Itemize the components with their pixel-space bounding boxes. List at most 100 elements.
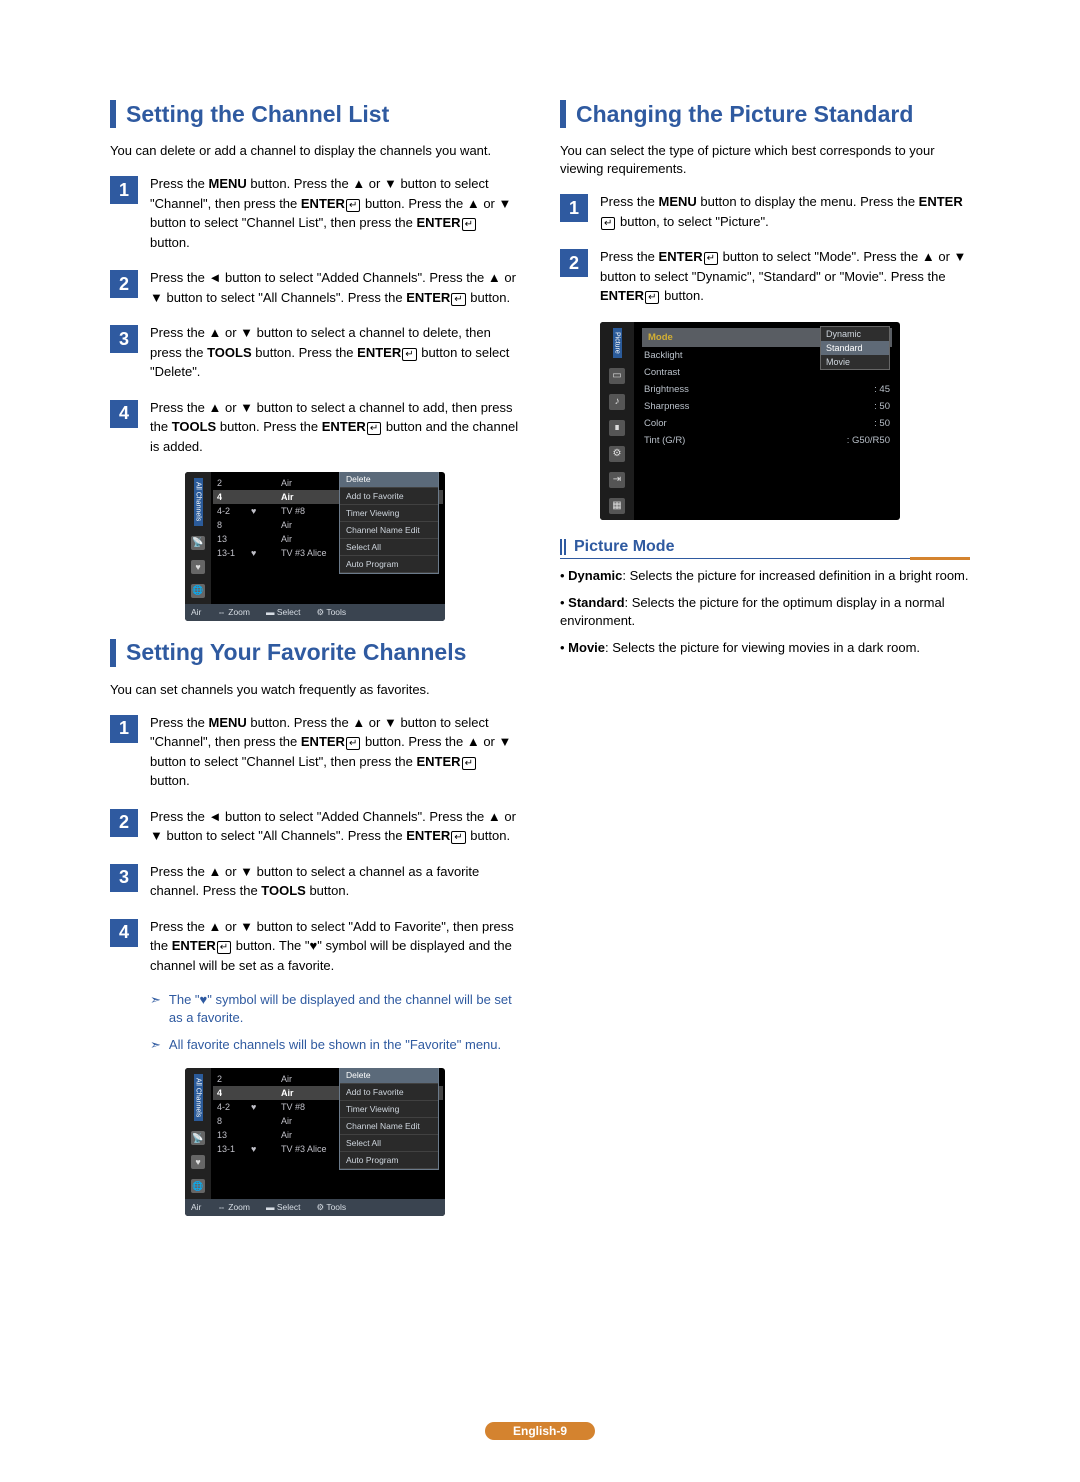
osd-tools-popup: DeleteAdd to FavoriteTimer ViewingChanne… xyxy=(339,472,439,574)
note-arrow-icon: ➣ xyxy=(150,991,161,1027)
enter-icon: ↵ xyxy=(451,293,465,306)
subtitle-bar-icon xyxy=(560,539,568,555)
section-title-picture: Changing the Picture Standard xyxy=(560,100,970,128)
enter-icon: ↵ xyxy=(462,757,476,770)
step-number-icon: 4 xyxy=(110,919,138,947)
step-text: Press the ▲ or ▼ button to select a chan… xyxy=(150,398,520,457)
bullet-item: • Standard: Selects the picture for the … xyxy=(560,594,970,632)
heart-icon: ♥ xyxy=(191,560,205,574)
section-intro: You can set channels you watch frequentl… xyxy=(110,681,520,699)
left-column: Setting the Channel List You can delete … xyxy=(110,100,520,1442)
osd-setting-row: Brightness: 45 xyxy=(642,381,892,398)
channel-icon: ∎ xyxy=(609,420,625,436)
note-line: ➣All favorite channels will be shown in … xyxy=(150,1036,520,1054)
title-bar-icon xyxy=(110,100,116,128)
enter-icon: ↵ xyxy=(601,217,615,230)
section-title-text: Setting Your Favorite Channels xyxy=(126,639,466,666)
step-3: 3 Press the ▲ or ▼ button to select a ch… xyxy=(110,323,520,382)
input-icon: ⇥ xyxy=(609,472,625,488)
step-text: Press the MENU button. Press the ▲ or ▼ … xyxy=(150,174,520,252)
section-title-favorite: Setting Your Favorite Channels xyxy=(110,639,520,667)
step-number-icon: 1 xyxy=(560,194,588,222)
osd-popup-item: Channel Name Edit xyxy=(340,522,438,539)
step-number-icon: 3 xyxy=(110,325,138,353)
notes: ➣The "♥" symbol will be displayed and th… xyxy=(150,991,520,1054)
section-intro: You can delete or add a channel to displ… xyxy=(110,142,520,160)
osd-popup-item: Delete xyxy=(340,1068,438,1084)
enter-icon: ↵ xyxy=(346,199,360,212)
subsection-title: Picture Mode xyxy=(560,538,970,559)
osd-popup-item: Delete xyxy=(340,472,438,488)
page: Setting the Channel List You can delete … xyxy=(0,0,1080,1482)
enter-icon: ↵ xyxy=(346,737,360,750)
step-number-icon: 1 xyxy=(110,715,138,743)
step-1: 1 Press the MENU button. Press the ▲ or … xyxy=(110,713,520,791)
step-2: 2 Press the ◄ button to select "Added Ch… xyxy=(110,268,520,307)
osd-sidebar: Picture ▭ ♪ ∎ ⚙ ⇥ ▦ xyxy=(600,322,634,520)
osd-content: Mode: BacklightContrastBrightness: 45Sha… xyxy=(634,322,900,520)
section-title-text: Setting the Channel List xyxy=(126,101,389,128)
osd-popup-item: Add to Favorite xyxy=(340,488,438,505)
osd-dropdown-item: Dynamic xyxy=(821,327,889,341)
step-3: 3 Press the ▲ or ▼ button to select a ch… xyxy=(110,862,520,901)
step-2: 2 Press the ENTER↵ button to select "Mod… xyxy=(560,247,970,306)
osd-channel-list: All Channels 📡 ♥ 🌐 2Air4Air4-2♥TV #88Air… xyxy=(185,472,445,620)
right-column: Changing the Picture Standard You can se… xyxy=(560,100,970,1442)
step-1: 1 Press the MENU button. Press the ▲ or … xyxy=(110,174,520,252)
osd-popup-item: Timer Viewing xyxy=(340,505,438,522)
osd-tab-label: All Channels xyxy=(194,478,203,525)
osd-tab-label: All Channels xyxy=(194,1074,203,1121)
setup-icon: ⚙ xyxy=(609,446,625,462)
osd-footer: Air ⇔ Zoom ▬ Select ⚙ Tools xyxy=(185,604,445,621)
section-title-channel-list: Setting the Channel List xyxy=(110,100,520,128)
osd-tab-label: Picture xyxy=(613,328,622,358)
step-4: 4 Press the ▲ or ▼ button to select "Add… xyxy=(110,917,520,976)
enter-icon: ↵ xyxy=(367,422,381,435)
note-arrow-icon: ➣ xyxy=(150,1036,161,1054)
osd-dropdown-item: Standard xyxy=(821,341,889,355)
enter-icon: ↵ xyxy=(217,941,231,954)
step-number-icon: 3 xyxy=(110,864,138,892)
heart-icon: ♥ xyxy=(191,1155,205,1169)
step-number-icon: 2 xyxy=(110,809,138,837)
osd-footer-antenna: Air xyxy=(191,607,201,618)
step-2: 2 Press the ◄ button to select "Added Ch… xyxy=(110,807,520,846)
osd-channel-rows: 2Air4Air4-2♥TV #88Air13Air13-1♥TV #3 Ali… xyxy=(211,1068,445,1199)
step-1: 1 Press the MENU button to display the m… xyxy=(560,192,970,231)
osd-sidebar: All Channels 📡 ♥ 🌐 xyxy=(185,1068,211,1199)
osd-setting-row: Color: 50 xyxy=(642,415,892,432)
page-number: English-9 xyxy=(485,1422,595,1440)
osd-popup-item: Select All xyxy=(340,539,438,556)
enter-icon: ↵ xyxy=(645,291,659,304)
osd-setting-row: Sharpness: 50 xyxy=(642,398,892,415)
section-intro: You can select the type of picture which… xyxy=(560,142,970,178)
bullet-item: • Movie: Selects the picture for viewing… xyxy=(560,639,970,658)
osd-setting-row: Tint (G/R): G50/R50 xyxy=(642,432,892,449)
app-icon: ▦ xyxy=(609,498,625,514)
antenna-icon: 📡 xyxy=(191,1131,205,1145)
step-4: 4 Press the ▲ or ▼ button to select a ch… xyxy=(110,398,520,457)
osd-footer-zoom: ⇔ Zoom xyxy=(217,607,250,618)
bullet-item: • Dynamic: Selects the picture for incre… xyxy=(560,567,970,586)
section-title-text: Changing the Picture Standard xyxy=(576,101,913,128)
antenna-icon: 📡 xyxy=(191,536,205,550)
globe-icon: 🌐 xyxy=(191,1179,205,1193)
step-text: Press the ◄ button to select "Added Chan… xyxy=(150,268,520,307)
osd-channel-rows: 2Air4Air4-2♥TV #88Air13Air13-1♥TV #3 Ali… xyxy=(211,472,445,603)
globe-icon: 🌐 xyxy=(191,584,205,598)
osd-footer: Air ⇔ Zoom ▬ Select ⚙ Tools xyxy=(185,1199,445,1216)
step-number-icon: 4 xyxy=(110,400,138,428)
step-number-icon: 2 xyxy=(110,270,138,298)
osd-dropdown-item: Movie xyxy=(821,355,889,369)
note-line: ➣The "♥" symbol will be displayed and th… xyxy=(150,991,520,1027)
title-bar-icon xyxy=(560,100,566,128)
osd-popup-item: Add to Favorite xyxy=(340,1084,438,1101)
tv-icon: ▭ xyxy=(609,368,625,384)
osd-channel-list-2: All Channels 📡 ♥ 🌐 2Air4Air4-2♥TV #88Air… xyxy=(185,1068,445,1216)
osd-popup-item: Auto Program xyxy=(340,556,438,573)
step-number-icon: 1 xyxy=(110,176,138,204)
osd-footer-tools: ⚙ Tools xyxy=(317,607,347,618)
title-bar-icon xyxy=(110,639,116,667)
step-text: Press the ▲ or ▼ button to select a chan… xyxy=(150,323,520,382)
step-number-icon: 2 xyxy=(560,249,588,277)
